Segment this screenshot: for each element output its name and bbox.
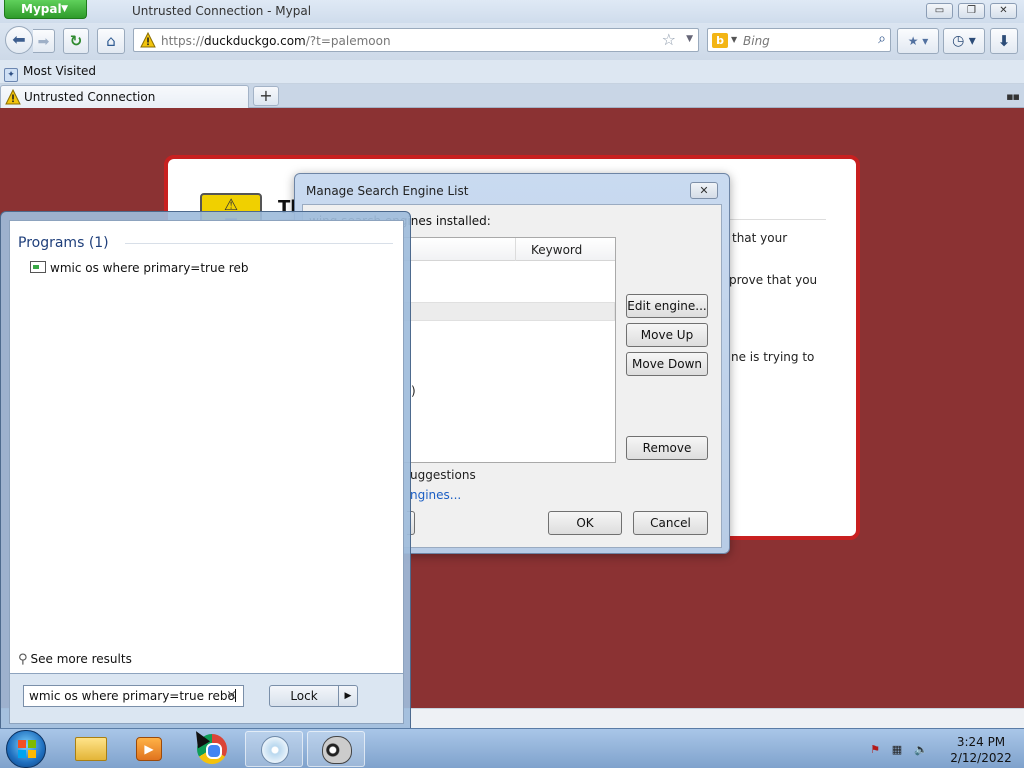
restore-button[interactable]: ❐ bbox=[958, 3, 985, 19]
bookmarks-toolbar: ✦ Most Visited bbox=[0, 60, 1024, 84]
close-window-button[interactable]: ✕ bbox=[990, 3, 1017, 19]
downloads-button[interactable]: ⬇ bbox=[990, 28, 1018, 54]
dialog-close-button[interactable]: ✕ bbox=[690, 182, 718, 199]
download-arrow-icon: ⬇ bbox=[997, 32, 1011, 50]
arrow-left-icon: ⬅ bbox=[12, 30, 26, 49]
window-title: Untrusted Connection - Mypal bbox=[132, 4, 312, 18]
bing-icon[interactable]: b bbox=[712, 33, 728, 48]
power-options-arrow-button[interactable]: ▶ bbox=[338, 685, 358, 707]
cert-text-line: ne is trying to bbox=[731, 350, 815, 364]
program-icon bbox=[30, 261, 46, 273]
chevron-down-icon[interactable]: ▼ bbox=[731, 35, 737, 44]
cert-text-line: that your bbox=[732, 231, 788, 245]
suggestions-checkbox-label[interactable]: uggestions bbox=[410, 468, 476, 482]
app-menu-label: Mypal bbox=[21, 2, 62, 16]
warning-icon bbox=[140, 32, 156, 48]
window-titlebar: Mypal ▼ Untrusted Connection - Mypal ▭ ❐… bbox=[0, 0, 1024, 23]
clock-time[interactable]: 3:24 PM bbox=[946, 735, 1016, 749]
dialog-title: Manage Search Engine List bbox=[306, 184, 469, 198]
arrow-right-icon: ➡ bbox=[37, 34, 50, 50]
get-more-engines-link[interactable]: ngines... bbox=[410, 488, 461, 502]
tab-title: Untrusted Connection bbox=[24, 90, 156, 104]
move-down-button[interactable]: Move Down bbox=[626, 352, 708, 376]
bookmarks-menu-button[interactable]: ★ ▾ bbox=[897, 28, 939, 54]
disc-icon bbox=[261, 736, 289, 764]
start-search-results: Programs (1) wmic os where primary=true … bbox=[9, 220, 404, 674]
move-up-button[interactable]: Move Up bbox=[626, 323, 708, 347]
system-tray: ⚑ ▦ 🔈 3:24 PM 2/12/2022 bbox=[862, 731, 1020, 767]
clock-date[interactable]: 2/12/2022 bbox=[946, 751, 1016, 765]
close-icon: ✕ bbox=[699, 184, 709, 197]
bookmark-star-icon: ★ ▾ bbox=[907, 34, 929, 48]
taskbar-disc-app[interactable] bbox=[245, 731, 303, 767]
forward-button[interactable]: ➡ bbox=[33, 29, 55, 53]
reload-button[interactable]: ↻ bbox=[63, 28, 89, 54]
taskbar-media-player[interactable]: ▶ bbox=[120, 731, 178, 767]
minimize-button[interactable]: ▭ bbox=[926, 3, 953, 19]
program-result-item[interactable]: wmic os where primary=true reb bbox=[30, 261, 248, 275]
cancel-button[interactable]: Cancel bbox=[633, 511, 708, 535]
folder-icon bbox=[75, 737, 107, 761]
taskbar-mypal[interactable] bbox=[307, 731, 365, 767]
start-menu-footer: wmic os where primary=true rebo × Lock ▶ bbox=[9, 674, 404, 724]
divider bbox=[125, 243, 393, 244]
programs-group-header: Programs (1) bbox=[18, 235, 109, 251]
clear-icon[interactable]: × bbox=[226, 688, 237, 703]
media-player-icon: ▶ bbox=[136, 737, 162, 761]
list-item-text: ) bbox=[411, 384, 416, 398]
tab-untrusted-connection[interactable]: Untrusted Connection bbox=[0, 85, 249, 108]
reload-icon: ↻ bbox=[69, 32, 83, 50]
see-more-label: See more results bbox=[30, 652, 132, 666]
url-prefix: https:// bbox=[161, 34, 205, 48]
windows-logo-icon bbox=[18, 740, 36, 758]
home-icon: ⌂ bbox=[106, 32, 116, 50]
url-path: /?t=palemoon bbox=[305, 34, 391, 48]
see-more-results-link[interactable]: ⚲ See more results bbox=[18, 652, 132, 667]
new-tab-button[interactable]: + bbox=[253, 86, 279, 106]
start-menu: Programs (1) wmic os where primary=true … bbox=[0, 211, 411, 729]
history-menu-button[interactable]: ◷ ▾ bbox=[943, 28, 985, 54]
start-search-value: wmic os where primary=true rebo bbox=[29, 689, 236, 703]
tab-list-icon[interactable]: ▪▪ bbox=[1006, 90, 1020, 103]
taskbar-explorer[interactable] bbox=[62, 731, 120, 767]
url-text: https://duckduckgo.com/?t=palemoon bbox=[161, 34, 391, 48]
folder-icon: ✦ bbox=[4, 68, 18, 82]
warning-icon bbox=[5, 89, 21, 105]
ok-button[interactable]: OK bbox=[548, 511, 622, 535]
bookmark-star-icon[interactable]: ☆ bbox=[662, 30, 676, 49]
start-button[interactable] bbox=[6, 730, 46, 768]
search-icon[interactable]: ⌕ bbox=[878, 31, 886, 47]
chevron-right-icon: ▶ bbox=[344, 691, 352, 701]
action-center-flag-icon[interactable]: ⚑ bbox=[868, 743, 882, 756]
remove-button[interactable]: Remove bbox=[626, 436, 708, 460]
volume-icon[interactable]: 🔈 bbox=[914, 743, 928, 756]
raccoon-icon bbox=[322, 736, 352, 764]
home-button[interactable]: ⌂ bbox=[97, 28, 125, 54]
edit-engine-button[interactable]: Edit engine... bbox=[626, 294, 708, 318]
back-button[interactable]: ⬅ bbox=[5, 26, 33, 54]
url-host: duckduckgo.com bbox=[204, 34, 306, 48]
column-separator[interactable] bbox=[515, 238, 516, 261]
bookmark-most-visited[interactable]: ✦ Most Visited bbox=[4, 64, 96, 82]
program-result-label: wmic os where primary=true reb bbox=[50, 261, 249, 275]
chevron-down-icon: ▼ bbox=[61, 4, 68, 14]
cert-text-line: prove that you bbox=[729, 273, 818, 287]
start-search-text: wmic os where primary=true rebo bbox=[29, 689, 235, 703]
bookmark-label: Most Visited bbox=[23, 64, 97, 78]
app-menu-button[interactable]: Mypal ▼ bbox=[4, 0, 87, 19]
start-search-input[interactable]: wmic os where primary=true rebo × bbox=[23, 685, 244, 707]
tab-strip: Untrusted Connection + ▪▪ bbox=[0, 84, 1024, 108]
lock-button[interactable]: Lock bbox=[269, 685, 339, 707]
search-bar[interactable]: b ▼ Bing ⌕ bbox=[707, 28, 891, 52]
clock-icon: ◷ ▾ bbox=[952, 33, 976, 49]
search-icon: ⚲ bbox=[18, 652, 28, 667]
column-keyword[interactable]: Keyword bbox=[531, 243, 582, 257]
chevron-down-icon[interactable]: ▼ bbox=[686, 34, 693, 44]
url-bar[interactable]: https://duckduckgo.com/?t=palemoon ☆ ▼ bbox=[133, 28, 699, 52]
search-placeholder: Bing bbox=[743, 34, 770, 48]
taskbar: ▶ ⚑ ▦ 🔈 3:24 PM 2/12/2022 bbox=[0, 728, 1024, 768]
network-icon[interactable]: ▦ bbox=[890, 743, 904, 756]
